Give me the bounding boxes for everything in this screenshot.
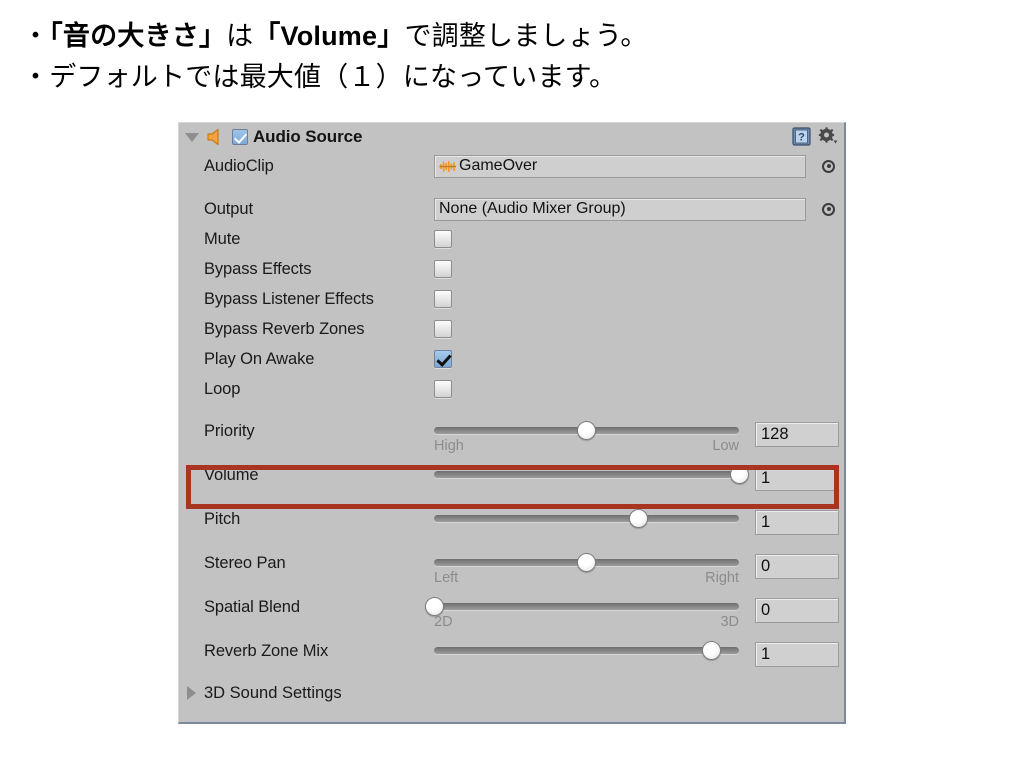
object-picker-icon[interactable] [822, 159, 835, 173]
slider-max-label: 3D [720, 614, 739, 630]
slider-control[interactable] [434, 509, 739, 528]
slider-track[interactable] [434, 509, 739, 528]
slider-label: Pitch [204, 510, 241, 528]
slider-track[interactable] [424, 597, 739, 616]
object-field-value: GameOver [459, 157, 538, 174]
slider-control[interactable] [434, 465, 749, 484]
slider-min-label: 2D [434, 614, 453, 630]
slider-end-labels: High Low [434, 438, 739, 454]
slider-max-label: Right [705, 570, 739, 586]
toggle-row: Bypass Effects [179, 254, 844, 284]
toggle-list: Mute Bypass Effects Bypass Listener Effect… [179, 224, 844, 404]
checkbox-mute[interactable] [434, 230, 452, 248]
component-header[interactable]: Audio Source ? [179, 123, 844, 151]
slider-list: Priority High Low 128 Volume 1 Pitch 1 Stereo Pa… [179, 414, 844, 678]
speaker-icon [207, 128, 219, 146]
slider-label: Reverb Zone Mix [204, 642, 329, 660]
object-field-list: AudioClip GameOver Output None (Audio Mixer… [179, 151, 844, 224]
slider-control[interactable]: High Low [434, 421, 739, 454]
object-field-row: Output None (Audio Mixer Group) [179, 194, 844, 224]
toggle-label: Mute [204, 229, 241, 248]
caption-run-0: ・ [22, 21, 50, 51]
caption-run-3: 「Volume」 [253, 21, 405, 51]
slider-value-input[interactable]: 1 [755, 466, 839, 491]
toggle-label: Loop [204, 379, 241, 398]
slider-track[interactable] [434, 465, 749, 484]
slider-value-input[interactable]: 0 [755, 598, 839, 623]
checkbox-play-on-awake[interactable] [434, 350, 452, 368]
slider-handle[interactable] [628, 509, 648, 528]
svg-text:?: ? [798, 132, 805, 144]
slider-min-label: High [434, 438, 464, 454]
slider-end-labels: Left Right [434, 570, 739, 586]
3d-sound-settings-label: 3D Sound Settings [204, 683, 342, 702]
toggle-row: Bypass Listener Effects [179, 284, 844, 314]
slider-row-spatial-blend: Spatial Blend 2D 3D 0 [179, 590, 844, 634]
slider-row-stereo-pan: Stereo Pan Left Right 0 [179, 546, 844, 590]
slider-row-reverb-zone-mix: Reverb Zone Mix 1 [179, 634, 844, 678]
header-icon-group: ? [792, 127, 838, 146]
object-field-output[interactable]: None (Audio Mixer Group) [434, 197, 806, 221]
slider-handle[interactable] [729, 465, 749, 484]
caption-run-1: 「音の大きさ」 [49, 21, 227, 51]
field-label: Output [204, 199, 253, 218]
caption-line-2: ・デフォルトでは最大値（１）になっています。 [22, 62, 617, 93]
toggle-label: Bypass Reverb Zones [204, 319, 365, 338]
foldout-expanded-icon[interactable] [185, 132, 199, 142]
toggle-label: Bypass Effects [204, 259, 312, 278]
slider-max-label: Low [712, 438, 739, 454]
checkbox-loop[interactable] [434, 380, 452, 398]
checkbox-bypass-reverb-zones[interactable] [434, 320, 452, 338]
slider-value-input[interactable]: 128 [755, 422, 839, 447]
toggle-row: Loop [179, 374, 844, 404]
slider-label: Spatial Blend [204, 598, 300, 616]
slider-row-priority: Priority High Low 128 [179, 414, 844, 458]
3d-sound-settings-foldout[interactable]: 3D Sound Settings [179, 678, 844, 708]
object-field-value: None (Audio Mixer Group) [439, 200, 626, 217]
help-book-icon[interactable]: ? [792, 127, 811, 146]
slider-handle[interactable] [702, 641, 722, 660]
audio-source-inspector-panel: Audio Source ? AudioClip GameOver Output… [178, 122, 846, 724]
slider-value-input[interactable]: 1 [755, 642, 839, 667]
gear-icon[interactable] [818, 127, 838, 146]
slider-track[interactable] [434, 553, 739, 572]
toggle-row: Play On Awake [179, 344, 844, 374]
slider-label: Volume [204, 466, 259, 484]
foldout-collapsed-icon[interactable] [187, 686, 196, 700]
toggle-row: Bypass Reverb Zones [179, 314, 844, 344]
object-field-audioclip[interactable]: GameOver [434, 154, 806, 178]
checkbox-bypass-listener-effects[interactable] [434, 290, 452, 308]
slider-track[interactable] [434, 641, 739, 660]
caption-run-4: で調整しましょう。 [404, 21, 648, 51]
caption-line-1: ・「音の大きさ」は「Volume」で調整しましょう。 [22, 16, 1002, 57]
caption-run-2: は [226, 21, 254, 51]
slider-row-pitch: Pitch 1 [179, 502, 844, 546]
slider-value-input[interactable]: 1 [755, 510, 839, 535]
slider-row-volume: Volume 1 [179, 458, 844, 502]
caption-block: ・「音の大きさ」は「Volume」で調整しましょう。 ・デフォルトでは最大値（１… [22, 16, 1002, 98]
component-enabled-checkbox[interactable] [232, 129, 248, 145]
slider-label: Stereo Pan [204, 554, 286, 572]
slider-min-label: Left [434, 570, 459, 586]
slider-control[interactable]: Left Right [434, 553, 739, 586]
toggle-label: Play On Awake [204, 349, 315, 368]
audio-waveform-icon [439, 160, 456, 172]
component-title: Audio Source [253, 127, 363, 146]
slider-track[interactable] [434, 421, 739, 440]
checkbox-bypass-effects[interactable] [434, 260, 452, 278]
object-picker-icon[interactable] [822, 202, 835, 216]
toggle-label: Bypass Listener Effects [204, 289, 374, 308]
slider-control[interactable]: 2D 3D [424, 597, 739, 630]
toggle-row: Mute [179, 224, 844, 254]
object-field-row: AudioClip GameOver [179, 151, 844, 181]
field-label: AudioClip [204, 156, 274, 175]
slider-end-labels: 2D 3D [434, 614, 739, 630]
slider-control[interactable] [434, 641, 739, 660]
slider-label: Priority [204, 422, 255, 440]
slider-value-input[interactable]: 0 [755, 554, 839, 579]
